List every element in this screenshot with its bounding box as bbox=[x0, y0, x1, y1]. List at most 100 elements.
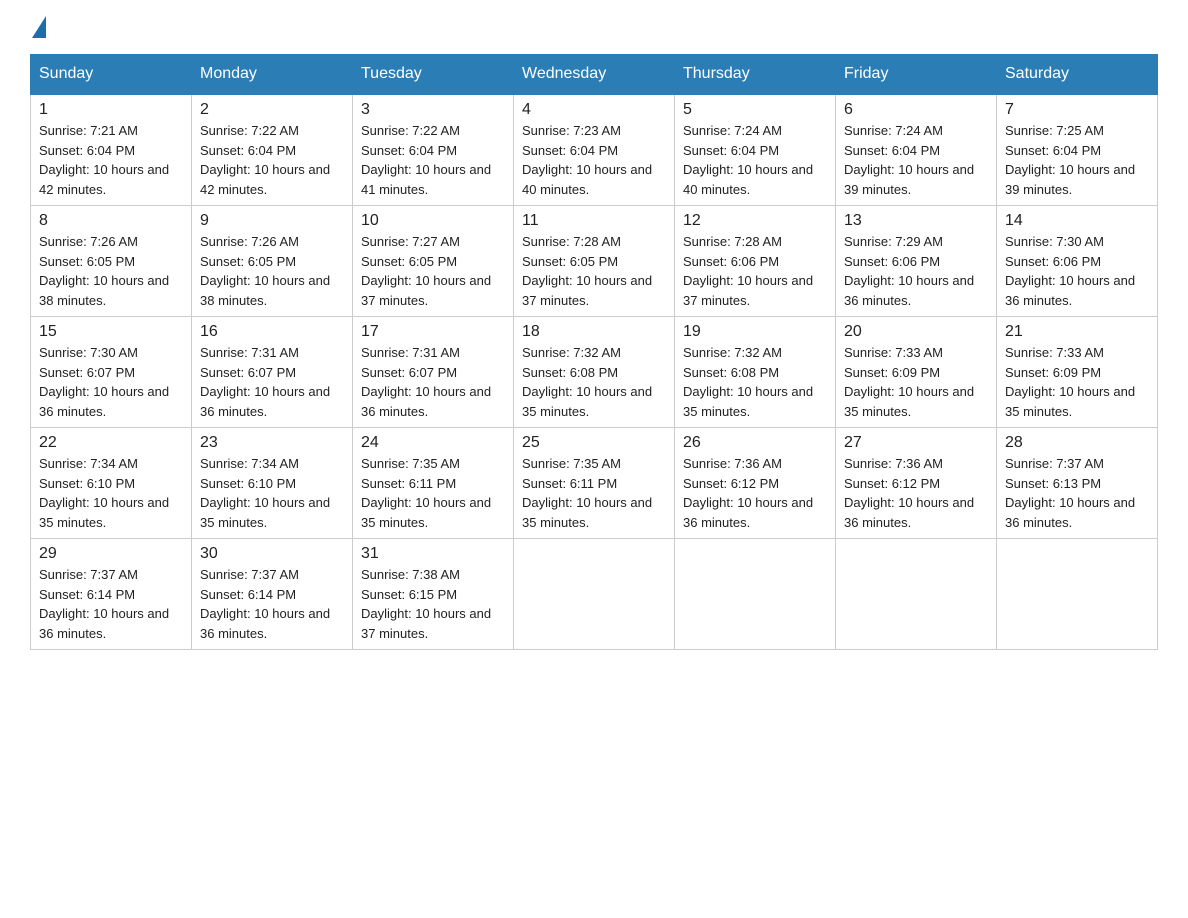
day-number: 5 bbox=[683, 101, 827, 119]
calendar-cell: 1 Sunrise: 7:21 AMSunset: 6:04 PMDayligh… bbox=[31, 94, 192, 206]
calendar-cell: 7 Sunrise: 7:25 AMSunset: 6:04 PMDayligh… bbox=[997, 94, 1158, 206]
calendar-cell: 29 Sunrise: 7:37 AMSunset: 6:14 PMDaylig… bbox=[31, 539, 192, 650]
day-info: Sunrise: 7:37 AMSunset: 6:14 PMDaylight:… bbox=[200, 567, 330, 641]
day-number: 14 bbox=[1005, 212, 1149, 230]
day-number: 4 bbox=[522, 101, 666, 119]
day-number: 31 bbox=[361, 545, 505, 563]
day-info: Sunrise: 7:31 AMSunset: 6:07 PMDaylight:… bbox=[361, 345, 491, 419]
day-info: Sunrise: 7:26 AMSunset: 6:05 PMDaylight:… bbox=[200, 234, 330, 308]
calendar-cell: 16 Sunrise: 7:31 AMSunset: 6:07 PMDaylig… bbox=[192, 317, 353, 428]
day-info: Sunrise: 7:22 AMSunset: 6:04 PMDaylight:… bbox=[361, 123, 491, 197]
calendar-cell: 18 Sunrise: 7:32 AMSunset: 6:08 PMDaylig… bbox=[514, 317, 675, 428]
day-number: 28 bbox=[1005, 434, 1149, 452]
day-info: Sunrise: 7:33 AMSunset: 6:09 PMDaylight:… bbox=[844, 345, 974, 419]
day-info: Sunrise: 7:23 AMSunset: 6:04 PMDaylight:… bbox=[522, 123, 652, 197]
calendar-cell: 22 Sunrise: 7:34 AMSunset: 6:10 PMDaylig… bbox=[31, 428, 192, 539]
day-info: Sunrise: 7:36 AMSunset: 6:12 PMDaylight:… bbox=[683, 456, 813, 530]
day-number: 6 bbox=[844, 101, 988, 119]
day-number: 21 bbox=[1005, 323, 1149, 341]
calendar-cell bbox=[675, 539, 836, 650]
day-number: 3 bbox=[361, 101, 505, 119]
calendar-cell: 15 Sunrise: 7:30 AMSunset: 6:07 PMDaylig… bbox=[31, 317, 192, 428]
day-info: Sunrise: 7:26 AMSunset: 6:05 PMDaylight:… bbox=[39, 234, 169, 308]
day-info: Sunrise: 7:28 AMSunset: 6:06 PMDaylight:… bbox=[683, 234, 813, 308]
day-info: Sunrise: 7:27 AMSunset: 6:05 PMDaylight:… bbox=[361, 234, 491, 308]
weekday-header-friday: Friday bbox=[836, 55, 997, 95]
calendar-cell: 11 Sunrise: 7:28 AMSunset: 6:05 PMDaylig… bbox=[514, 206, 675, 317]
calendar-cell: 24 Sunrise: 7:35 AMSunset: 6:11 PMDaylig… bbox=[353, 428, 514, 539]
day-number: 1 bbox=[39, 101, 183, 119]
calendar-cell bbox=[514, 539, 675, 650]
calendar-cell: 6 Sunrise: 7:24 AMSunset: 6:04 PMDayligh… bbox=[836, 94, 997, 206]
day-number: 11 bbox=[522, 212, 666, 230]
day-number: 8 bbox=[39, 212, 183, 230]
calendar-cell: 30 Sunrise: 7:37 AMSunset: 6:14 PMDaylig… bbox=[192, 539, 353, 650]
day-info: Sunrise: 7:34 AMSunset: 6:10 PMDaylight:… bbox=[39, 456, 169, 530]
day-info: Sunrise: 7:32 AMSunset: 6:08 PMDaylight:… bbox=[683, 345, 813, 419]
day-number: 9 bbox=[200, 212, 344, 230]
calendar-cell: 13 Sunrise: 7:29 AMSunset: 6:06 PMDaylig… bbox=[836, 206, 997, 317]
day-info: Sunrise: 7:29 AMSunset: 6:06 PMDaylight:… bbox=[844, 234, 974, 308]
day-info: Sunrise: 7:22 AMSunset: 6:04 PMDaylight:… bbox=[200, 123, 330, 197]
calendar-week-4: 22 Sunrise: 7:34 AMSunset: 6:10 PMDaylig… bbox=[31, 428, 1158, 539]
day-number: 12 bbox=[683, 212, 827, 230]
logo-triangle-icon bbox=[32, 16, 46, 38]
calendar-cell: 17 Sunrise: 7:31 AMSunset: 6:07 PMDaylig… bbox=[353, 317, 514, 428]
day-info: Sunrise: 7:30 AMSunset: 6:07 PMDaylight:… bbox=[39, 345, 169, 419]
calendar-cell bbox=[997, 539, 1158, 650]
day-info: Sunrise: 7:21 AMSunset: 6:04 PMDaylight:… bbox=[39, 123, 169, 197]
weekday-header-saturday: Saturday bbox=[997, 55, 1158, 95]
day-info: Sunrise: 7:24 AMSunset: 6:04 PMDaylight:… bbox=[844, 123, 974, 197]
calendar-cell: 26 Sunrise: 7:36 AMSunset: 6:12 PMDaylig… bbox=[675, 428, 836, 539]
weekday-header-sunday: Sunday bbox=[31, 55, 192, 95]
day-info: Sunrise: 7:33 AMSunset: 6:09 PMDaylight:… bbox=[1005, 345, 1135, 419]
day-info: Sunrise: 7:34 AMSunset: 6:10 PMDaylight:… bbox=[200, 456, 330, 530]
day-number: 26 bbox=[683, 434, 827, 452]
weekday-header-wednesday: Wednesday bbox=[514, 55, 675, 95]
day-number: 15 bbox=[39, 323, 183, 341]
day-number: 10 bbox=[361, 212, 505, 230]
calendar-cell: 10 Sunrise: 7:27 AMSunset: 6:05 PMDaylig… bbox=[353, 206, 514, 317]
calendar-cell bbox=[836, 539, 997, 650]
page-header bbox=[30, 20, 1158, 36]
calendar-cell: 14 Sunrise: 7:30 AMSunset: 6:06 PMDaylig… bbox=[997, 206, 1158, 317]
calendar-cell: 3 Sunrise: 7:22 AMSunset: 6:04 PMDayligh… bbox=[353, 94, 514, 206]
day-number: 20 bbox=[844, 323, 988, 341]
weekday-header-thursday: Thursday bbox=[675, 55, 836, 95]
calendar-week-5: 29 Sunrise: 7:37 AMSunset: 6:14 PMDaylig… bbox=[31, 539, 1158, 650]
weekday-header-tuesday: Tuesday bbox=[353, 55, 514, 95]
day-info: Sunrise: 7:38 AMSunset: 6:15 PMDaylight:… bbox=[361, 567, 491, 641]
day-number: 24 bbox=[361, 434, 505, 452]
calendar-cell: 19 Sunrise: 7:32 AMSunset: 6:08 PMDaylig… bbox=[675, 317, 836, 428]
day-info: Sunrise: 7:25 AMSunset: 6:04 PMDaylight:… bbox=[1005, 123, 1135, 197]
day-info: Sunrise: 7:28 AMSunset: 6:05 PMDaylight:… bbox=[522, 234, 652, 308]
day-number: 17 bbox=[361, 323, 505, 341]
day-number: 13 bbox=[844, 212, 988, 230]
day-info: Sunrise: 7:32 AMSunset: 6:08 PMDaylight:… bbox=[522, 345, 652, 419]
day-number: 29 bbox=[39, 545, 183, 563]
day-info: Sunrise: 7:31 AMSunset: 6:07 PMDaylight:… bbox=[200, 345, 330, 419]
day-info: Sunrise: 7:37 AMSunset: 6:14 PMDaylight:… bbox=[39, 567, 169, 641]
day-info: Sunrise: 7:35 AMSunset: 6:11 PMDaylight:… bbox=[522, 456, 652, 530]
calendar-cell: 28 Sunrise: 7:37 AMSunset: 6:13 PMDaylig… bbox=[997, 428, 1158, 539]
day-info: Sunrise: 7:37 AMSunset: 6:13 PMDaylight:… bbox=[1005, 456, 1135, 530]
calendar-week-3: 15 Sunrise: 7:30 AMSunset: 6:07 PMDaylig… bbox=[31, 317, 1158, 428]
day-number: 22 bbox=[39, 434, 183, 452]
calendar-cell: 25 Sunrise: 7:35 AMSunset: 6:11 PMDaylig… bbox=[514, 428, 675, 539]
logo bbox=[30, 20, 46, 36]
calendar-cell: 21 Sunrise: 7:33 AMSunset: 6:09 PMDaylig… bbox=[997, 317, 1158, 428]
day-info: Sunrise: 7:36 AMSunset: 6:12 PMDaylight:… bbox=[844, 456, 974, 530]
calendar-week-2: 8 Sunrise: 7:26 AMSunset: 6:05 PMDayligh… bbox=[31, 206, 1158, 317]
calendar-cell: 8 Sunrise: 7:26 AMSunset: 6:05 PMDayligh… bbox=[31, 206, 192, 317]
calendar-cell: 27 Sunrise: 7:36 AMSunset: 6:12 PMDaylig… bbox=[836, 428, 997, 539]
weekday-header-row: SundayMondayTuesdayWednesdayThursdayFrid… bbox=[31, 55, 1158, 95]
day-info: Sunrise: 7:24 AMSunset: 6:04 PMDaylight:… bbox=[683, 123, 813, 197]
calendar-cell: 5 Sunrise: 7:24 AMSunset: 6:04 PMDayligh… bbox=[675, 94, 836, 206]
day-number: 16 bbox=[200, 323, 344, 341]
calendar-week-1: 1 Sunrise: 7:21 AMSunset: 6:04 PMDayligh… bbox=[31, 94, 1158, 206]
calendar-cell: 31 Sunrise: 7:38 AMSunset: 6:15 PMDaylig… bbox=[353, 539, 514, 650]
calendar-cell: 12 Sunrise: 7:28 AMSunset: 6:06 PMDaylig… bbox=[675, 206, 836, 317]
calendar-cell: 23 Sunrise: 7:34 AMSunset: 6:10 PMDaylig… bbox=[192, 428, 353, 539]
weekday-header-monday: Monday bbox=[192, 55, 353, 95]
day-info: Sunrise: 7:35 AMSunset: 6:11 PMDaylight:… bbox=[361, 456, 491, 530]
